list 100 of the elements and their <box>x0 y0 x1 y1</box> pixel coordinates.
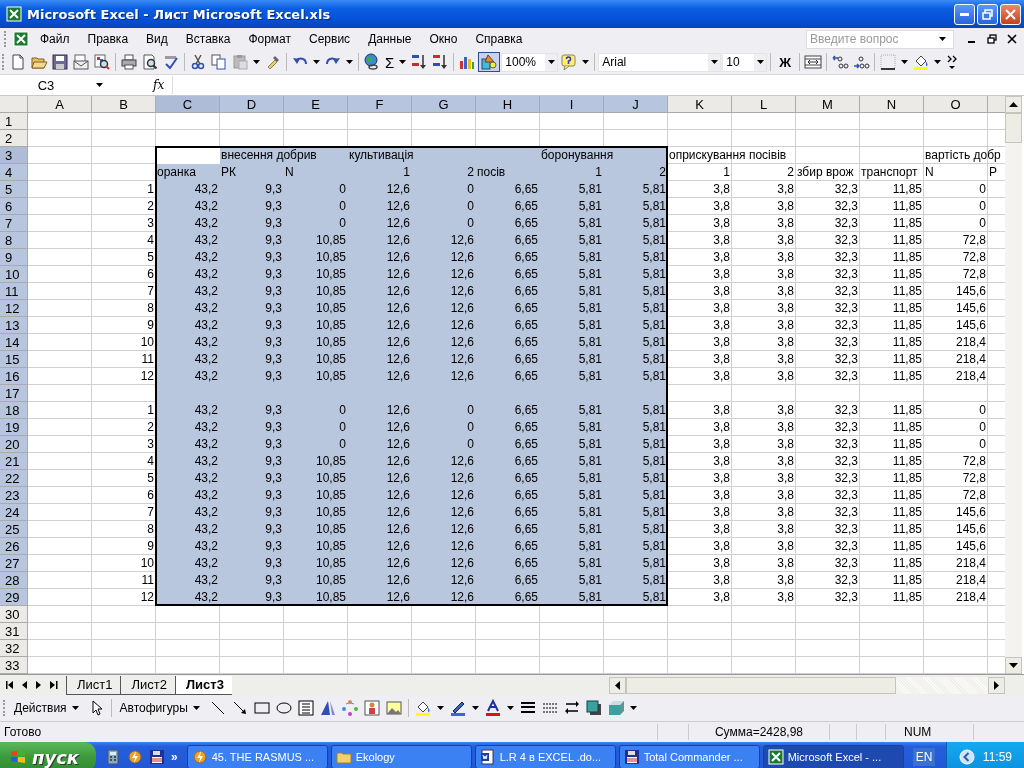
taskbar-button[interactable]: Ekology <box>330 745 472 768</box>
autosum-button[interactable]: Σ <box>383 53 397 71</box>
cell-text: 12 <box>140 369 154 384</box>
cell-text: 9,3 <box>265 471 282 486</box>
column-header[interactable]: M <box>796 96 860 113</box>
row-header[interactable]: 2 <box>0 130 28 147</box>
row-header[interactable]: 1 <box>0 113 28 130</box>
row-header[interactable]: 19 <box>0 419 28 436</box>
column-header[interactable]: O <box>924 96 988 113</box>
menu-item[interactable]: Правка <box>80 30 136 48</box>
row-header[interactable]: 4 <box>0 164 28 181</box>
cell-text: 3,8 <box>713 369 730 384</box>
row-header[interactable]: 29 <box>0 589 28 606</box>
row-header[interactable]: 8 <box>0 232 28 249</box>
column-header[interactable]: H <box>476 96 540 113</box>
sheet-tab[interactable]: Лист3 <box>174 675 232 695</box>
menu-item[interactable]: Формат <box>241 30 299 48</box>
row-header[interactable]: 14 <box>0 334 28 351</box>
name-box[interactable]: C3 <box>0 76 92 94</box>
column-header[interactable]: N <box>860 96 924 113</box>
row-header[interactable]: 30 <box>0 606 28 623</box>
row-header[interactable]: 18 <box>0 402 28 419</box>
zoom-dropdown[interactable]: 100% <box>501 52 559 72</box>
menu-item[interactable]: Файл <box>33 30 77 48</box>
row-header[interactable]: 16 <box>0 368 28 385</box>
row-header[interactable]: 23 <box>0 487 28 504</box>
row-header[interactable]: 7 <box>0 215 28 232</box>
bold-button[interactable]: Ж <box>774 54 797 70</box>
row-header[interactable]: 11 <box>0 283 28 300</box>
cell-text: 32,3 <box>834 420 858 435</box>
sheet-tab[interactable]: Лист1 <box>66 675 121 695</box>
row-header[interactable]: 21 <box>0 453 28 470</box>
cell-text: 12,6 <box>386 318 410 333</box>
row-header[interactable]: 32 <box>0 640 28 657</box>
cell-text: 32,3 <box>834 216 858 231</box>
column-header[interactable]: F <box>348 96 412 113</box>
row-header[interactable]: 20 <box>0 436 28 453</box>
taskbar-button[interactable]: 45. THE RASMUS ... <box>186 745 328 768</box>
taskbar-button[interactable]: L.R 4 в EXCEL .do... <box>474 745 616 768</box>
more-shortcuts-button[interactable]: » <box>171 750 178 764</box>
cell-text: 12,6 <box>386 539 410 554</box>
start-button[interactable]: пуск <box>0 742 96 768</box>
menu-item[interactable]: Вставка <box>178 30 238 48</box>
cell-text: 11,85 <box>892 284 922 299</box>
cell-text: 12,6 <box>450 284 474 299</box>
row-header[interactable]: 12 <box>0 300 28 317</box>
font-size-dropdown[interactable]: 10 <box>722 52 768 72</box>
autoshapes-menu-button[interactable]: Автофигуры <box>115 701 206 715</box>
cell-text: 0 <box>339 182 346 197</box>
menu-item[interactable]: Данные <box>361 30 419 48</box>
row-header[interactable]: 5 <box>0 181 28 198</box>
cell-text: 9,3 <box>265 420 282 435</box>
row-header[interactable]: 13 <box>0 317 28 334</box>
sum-readout: Сумма=2428,98 <box>688 724 829 740</box>
row-header[interactable]: 22 <box>0 470 28 487</box>
column-header[interactable]: E <box>284 96 348 113</box>
cell-text: 5,81 <box>578 301 602 316</box>
column-header[interactable]: B <box>92 96 156 113</box>
cell-text: 32,3 <box>834 250 858 265</box>
row-header[interactable]: 27 <box>0 555 28 572</box>
cell-text: 3,8 <box>777 590 794 605</box>
row-header[interactable]: 28 <box>0 572 28 589</box>
row-header[interactable]: 31 <box>0 623 28 640</box>
row-header[interactable]: 25 <box>0 521 28 538</box>
row-header[interactable]: 33 <box>0 657 28 674</box>
cell-text: 12,6 <box>386 522 410 537</box>
language-indicator[interactable]: EN <box>912 748 936 766</box>
column-header[interactable]: I <box>540 96 604 113</box>
row-header[interactable]: 6 <box>0 198 28 215</box>
cell-text: 5,81 <box>642 454 666 469</box>
column-header[interactable]: A <box>28 96 92 113</box>
help-search-field[interactable]: Введите вопрос <box>806 29 954 49</box>
menu-item[interactable]: Сервис <box>302 30 358 48</box>
column-header[interactable]: C <box>156 96 220 113</box>
column-header[interactable]: G <box>412 96 476 113</box>
cell-text: 32,3 <box>834 403 858 418</box>
row-header[interactable]: 26 <box>0 538 28 555</box>
actions-menu-button[interactable]: Действия <box>10 701 85 715</box>
row-header[interactable]: 15 <box>0 351 28 368</box>
column-header[interactable]: K <box>668 96 732 113</box>
row-header[interactable]: 24 <box>0 504 28 521</box>
column-header[interactable]: D <box>220 96 284 113</box>
cell-text: 5 <box>147 250 154 265</box>
column-header[interactable]: L <box>732 96 796 113</box>
sheet-tab[interactable]: Лист2 <box>120 675 175 695</box>
row-header[interactable]: 17 <box>0 385 28 402</box>
font-dropdown[interactable]: Arial <box>598 52 722 72</box>
row-header[interactable]: 10 <box>0 266 28 283</box>
insert-function-button[interactable]: fx <box>107 78 171 92</box>
taskbar-button[interactable]: Microsoft Excel - ... <box>762 745 904 768</box>
row-header[interactable]: 3 <box>0 147 28 164</box>
menu-item[interactable]: Справка <box>468 30 530 48</box>
cell-text: 3,8 <box>777 369 794 384</box>
column-header[interactable]: J <box>604 96 668 113</box>
cell-text: 3,8 <box>777 539 794 554</box>
cell-text: 11 <box>141 352 154 367</box>
menu-item[interactable]: Окно <box>422 30 465 48</box>
taskbar-button[interactable]: Total Commander ... <box>618 745 760 768</box>
menu-item[interactable]: Вид <box>139 30 175 48</box>
row-header[interactable]: 9 <box>0 249 28 266</box>
